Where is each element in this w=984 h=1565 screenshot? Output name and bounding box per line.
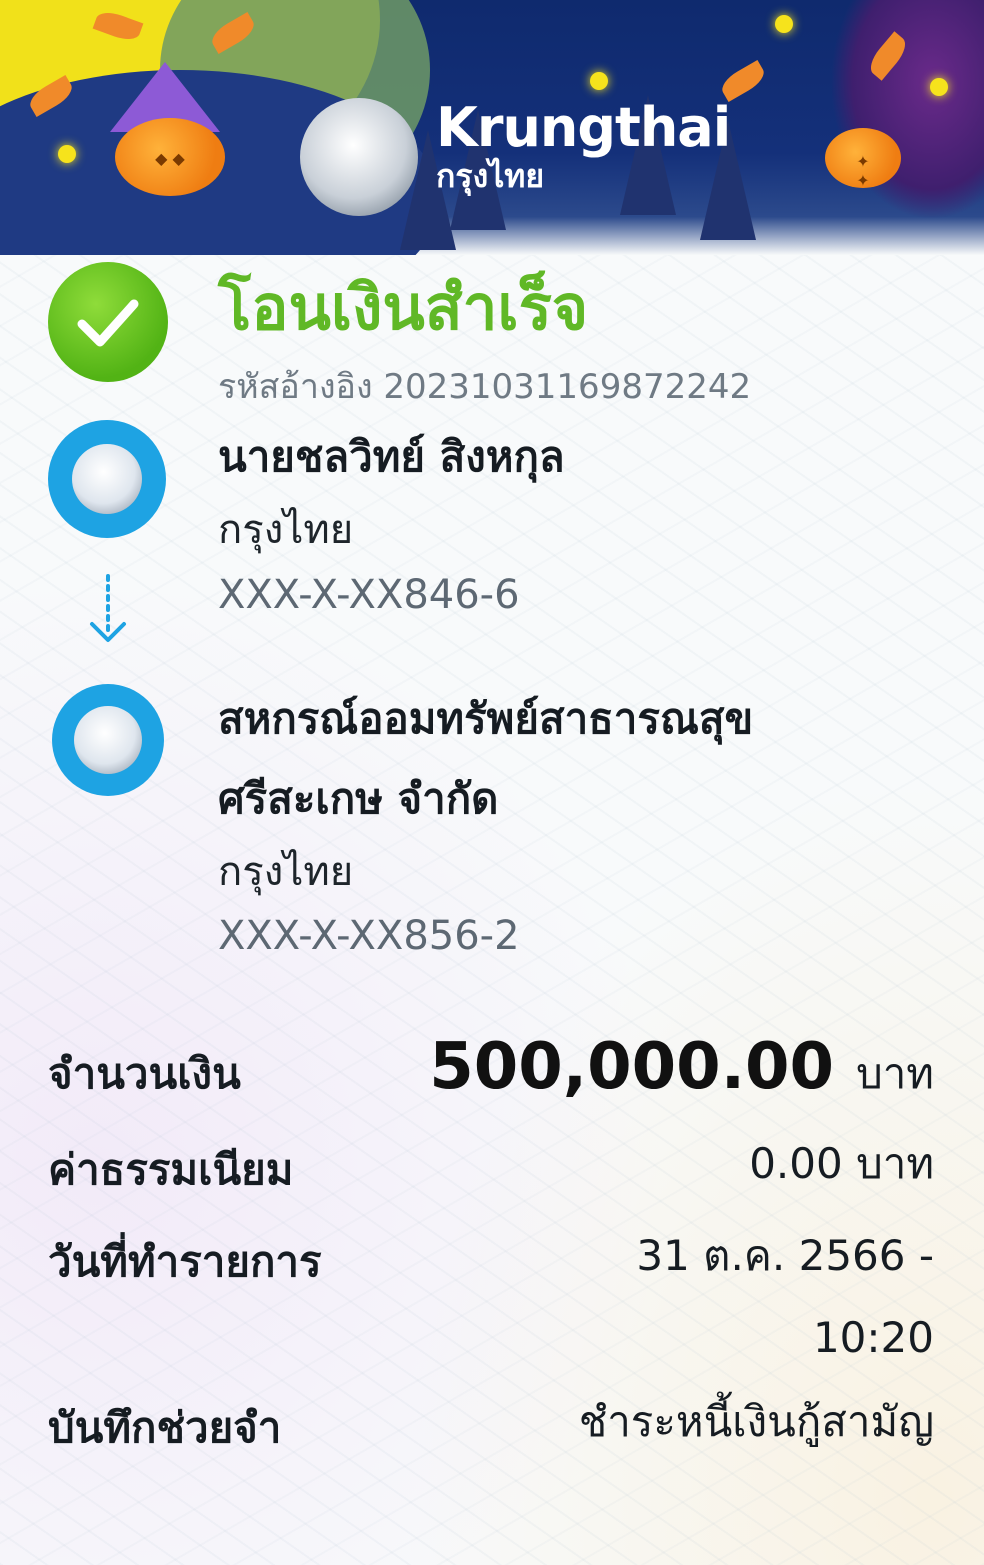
amount-number: 500,000.00 <box>429 1030 835 1104</box>
brand-name-en: Krungthai <box>436 96 731 159</box>
header-banner: ◆ ◆ ✦ ✦ Krungthai กรุงไทย <box>0 0 984 255</box>
receiver-name-line1: สหกรณ์ออมทรัพย์สาธารณสุข <box>218 694 754 743</box>
sender-bank-icon <box>48 420 166 538</box>
light-decoration <box>930 78 948 96</box>
amount-label: จำนวนเงิน <box>48 1049 241 1098</box>
reference-number: 2023103116987224​2 <box>383 367 752 407</box>
sender-account: XXX-X-XX846-6 <box>218 572 520 618</box>
brand-name-th: กรุงไทย <box>436 157 545 195</box>
brand-wordmark: Krungthai กรุงไทย <box>436 96 731 195</box>
arrow-down-icon <box>90 574 126 642</box>
sender-name: นายชลวิทย์ สิงหกุล <box>218 432 565 481</box>
memo-label: บันทึกช่วยจำ <box>48 1403 282 1452</box>
pumpkin-decoration: ✦ ✦ <box>825 128 901 190</box>
check-icon <box>48 262 168 382</box>
light-decoration <box>775 15 793 33</box>
reference-line: รหัสอ้างอิง 2023103116987224​2 <box>218 364 751 410</box>
receiver-account: XXX-X-XX856-2 <box>218 913 520 959</box>
light-decoration <box>58 145 76 163</box>
krungthai-logo <box>300 98 418 216</box>
receiver-name-line2: ศรีสะเกษ จำกัด <box>218 774 499 823</box>
amount-value: 500,000.00 บาท <box>429 1032 934 1104</box>
reference-label: รหัสอ้างอิง <box>218 367 373 407</box>
date-value-line2: 10:20 <box>812 1313 934 1362</box>
date-label: วันที่ทำรายการ <box>48 1237 322 1286</box>
amount-unit: บาท <box>856 1049 934 1098</box>
light-decoration <box>590 72 608 90</box>
pumpkin-decoration: ◆ ◆ <box>115 118 225 196</box>
receiver-bank: กรุงไทย <box>218 849 354 895</box>
krungthai-bird-icon <box>74 706 142 774</box>
memo-value: ชำระหนี้เงินกู้สามัญ <box>578 1397 934 1446</box>
date-value-line1: 31 ต.ค. 2566 - <box>636 1231 934 1280</box>
receiver-bank-icon <box>52 684 164 796</box>
krungthai-bird-icon <box>72 444 142 514</box>
fee-value: 0.00 บาท <box>749 1139 934 1188</box>
sender-bank: กรุงไทย <box>218 507 354 553</box>
status-title: โอนเงินสำเร็จ <box>218 271 589 344</box>
fee-label: ค่าธรรมเนียม <box>48 1145 294 1194</box>
